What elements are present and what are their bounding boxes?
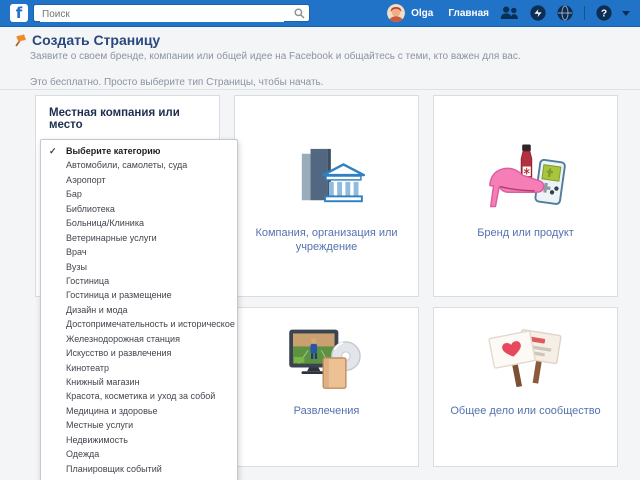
dropdown-item-label: Местные услуги [66,420,133,430]
page-type-card-entertainment[interactable]: Развлечения [234,307,419,467]
dropdown-item[interactable]: ✓ Недвижимость [41,433,237,447]
notifications-button[interactable] [557,5,573,21]
dropdown-item-label: Красота, косметика и уход за собой [66,391,215,401]
friend-requests-button[interactable] [500,6,519,20]
svg-text:?: ? [601,9,607,20]
dropdown-item[interactable]: ✓ Искусство и развлечения [41,346,237,360]
page-type-card-community[interactable]: Общее дело или сообщество [433,307,618,467]
question-icon: ? [596,5,612,21]
dropdown-item-label: Книжный магазин [66,377,140,387]
dropdown-item[interactable]: ✓ Библиотека [41,202,237,216]
dropdown-item-label: Гостиница и размещение [66,290,172,300]
page-description: Заявите о своем бренде, компании или общ… [30,51,596,63]
dropdown-item[interactable]: ✓ Автомобили, самолеты, суда [41,158,237,172]
community-icon [484,324,568,392]
dropdown-item[interactable]: ✓ Выберите категорию [41,144,237,158]
page-type-card-brand[interactable]: Бренд или продукт [433,95,618,297]
local-business-title: Местная компания или место [49,107,209,131]
dropdown-item-label: Врач [66,247,87,257]
topbar-divider [584,6,585,20]
dropdown-item[interactable]: ✓ Книжный магазин [41,375,237,389]
dropdown-item-label: Больница/Клиника [66,218,144,228]
dropdown-item[interactable]: ✓ Ветеринарные услуги [41,231,237,245]
home-link[interactable]: Главная [448,8,489,19]
account-menu-button[interactable] [622,11,630,16]
dropdown-item-label: Медицина и здоровье [66,406,158,416]
check-icon: ✓ [49,144,57,158]
dropdown-item[interactable]: ✓ Одежда [41,447,237,461]
buildings-icon [286,140,368,214]
brand-icon [484,140,568,214]
flag-icon [13,33,27,47]
entertainment-icon [285,324,369,392]
globe-icon [557,5,573,21]
page-header: Создать Страницу Заявите о своем бренде,… [0,26,640,90]
search-input[interactable] [40,6,284,22]
card-label: Компания, организация или учреждение [235,226,418,255]
dropdown-item-label: Бар [66,189,82,199]
user-avatar[interactable] [387,4,405,22]
dropdown-item-label: Вузы [66,262,87,272]
dropdown-item-label: Выберите категорию [66,146,160,156]
friends-icon [500,6,519,20]
dropdown-item-label: Библиотека [66,204,115,214]
topbar-right-cluster: Olga Главная [387,0,630,26]
dropdown-item-label: Гостиница [66,276,109,286]
card-label: Общее дело или сообщество [436,404,614,418]
dropdown-item[interactable]: ✓ Вузы [41,260,237,274]
card-label: Развлечения [280,404,374,418]
search-icon[interactable] [294,8,305,19]
dropdown-item[interactable]: ✓ Аэропорт [41,173,237,187]
dropdown-item[interactable]: ✓ Бар [41,187,237,201]
user-name[interactable]: Olga [411,8,433,19]
dropdown-item[interactable]: ✓ Планировщик событий [41,462,237,476]
help-button[interactable]: ? [596,5,612,21]
dropdown-item[interactable]: ✓ Красота, косметика и уход за собой [41,389,237,403]
messenger-icon [530,5,546,21]
dropdown-item-label: Дизайн и мода [66,305,128,315]
dropdown-item-label: Ветеринарные услуги [66,233,157,243]
dropdown-item-label: Планировщик событий [66,464,162,474]
facebook-logo[interactable]: f [10,4,28,22]
messenger-button[interactable] [530,5,546,21]
dropdown-item[interactable]: ✓ Гостиница [41,274,237,288]
dropdown-item-label: Искусство и развлечения [66,348,171,358]
dropdown-item[interactable]: ✓ Дизайн и мода [41,303,237,317]
card-label: Бренд или продукт [463,226,588,240]
page-subdescription: Это бесплатно. Просто выберите тип Стран… [30,77,324,88]
top-navigation-bar: f Olga Главная [0,0,640,27]
dropdown-item[interactable]: ✓ Медицина и здоровье [41,404,237,418]
dropdown-item[interactable]: ✓ Гостиница и размещение [41,288,237,302]
dropdown-item-label: Одежда [66,449,99,459]
dropdown-item[interactable]: ✓ Больница/Клиника [41,216,237,230]
dropdown-item-label: Аэропорт [66,175,106,185]
dropdown-item-label: Железнодорожная станция [66,334,180,344]
dropdown-item[interactable]: ✓ Врач [41,245,237,259]
dropdown-item[interactable]: ✓ Железнодорожная станция [41,332,237,346]
search-box [33,4,310,22]
dropdown-item[interactable]: ✓ Достопримечательность и историческое м… [41,317,237,331]
dropdown-item-label: Недвижимость [66,435,128,445]
page-title: Создать Страницу [32,32,160,48]
dropdown-item-label: Достопримечательность и историческое мес… [66,319,238,329]
dropdown-item-label: Автомобили, самолеты, суда [66,160,187,170]
category-dropdown: ✓ Выберите категорию ✓ Автомобили, самол… [40,139,238,480]
dropdown-item[interactable]: ✓ Кинотеатр [41,361,237,375]
dropdown-item-label: Кинотеатр [66,363,109,373]
dropdown-item[interactable]: ✓ Местные услуги [41,418,237,432]
page-type-card-company[interactable]: Компания, организация или учреждение [234,95,419,297]
